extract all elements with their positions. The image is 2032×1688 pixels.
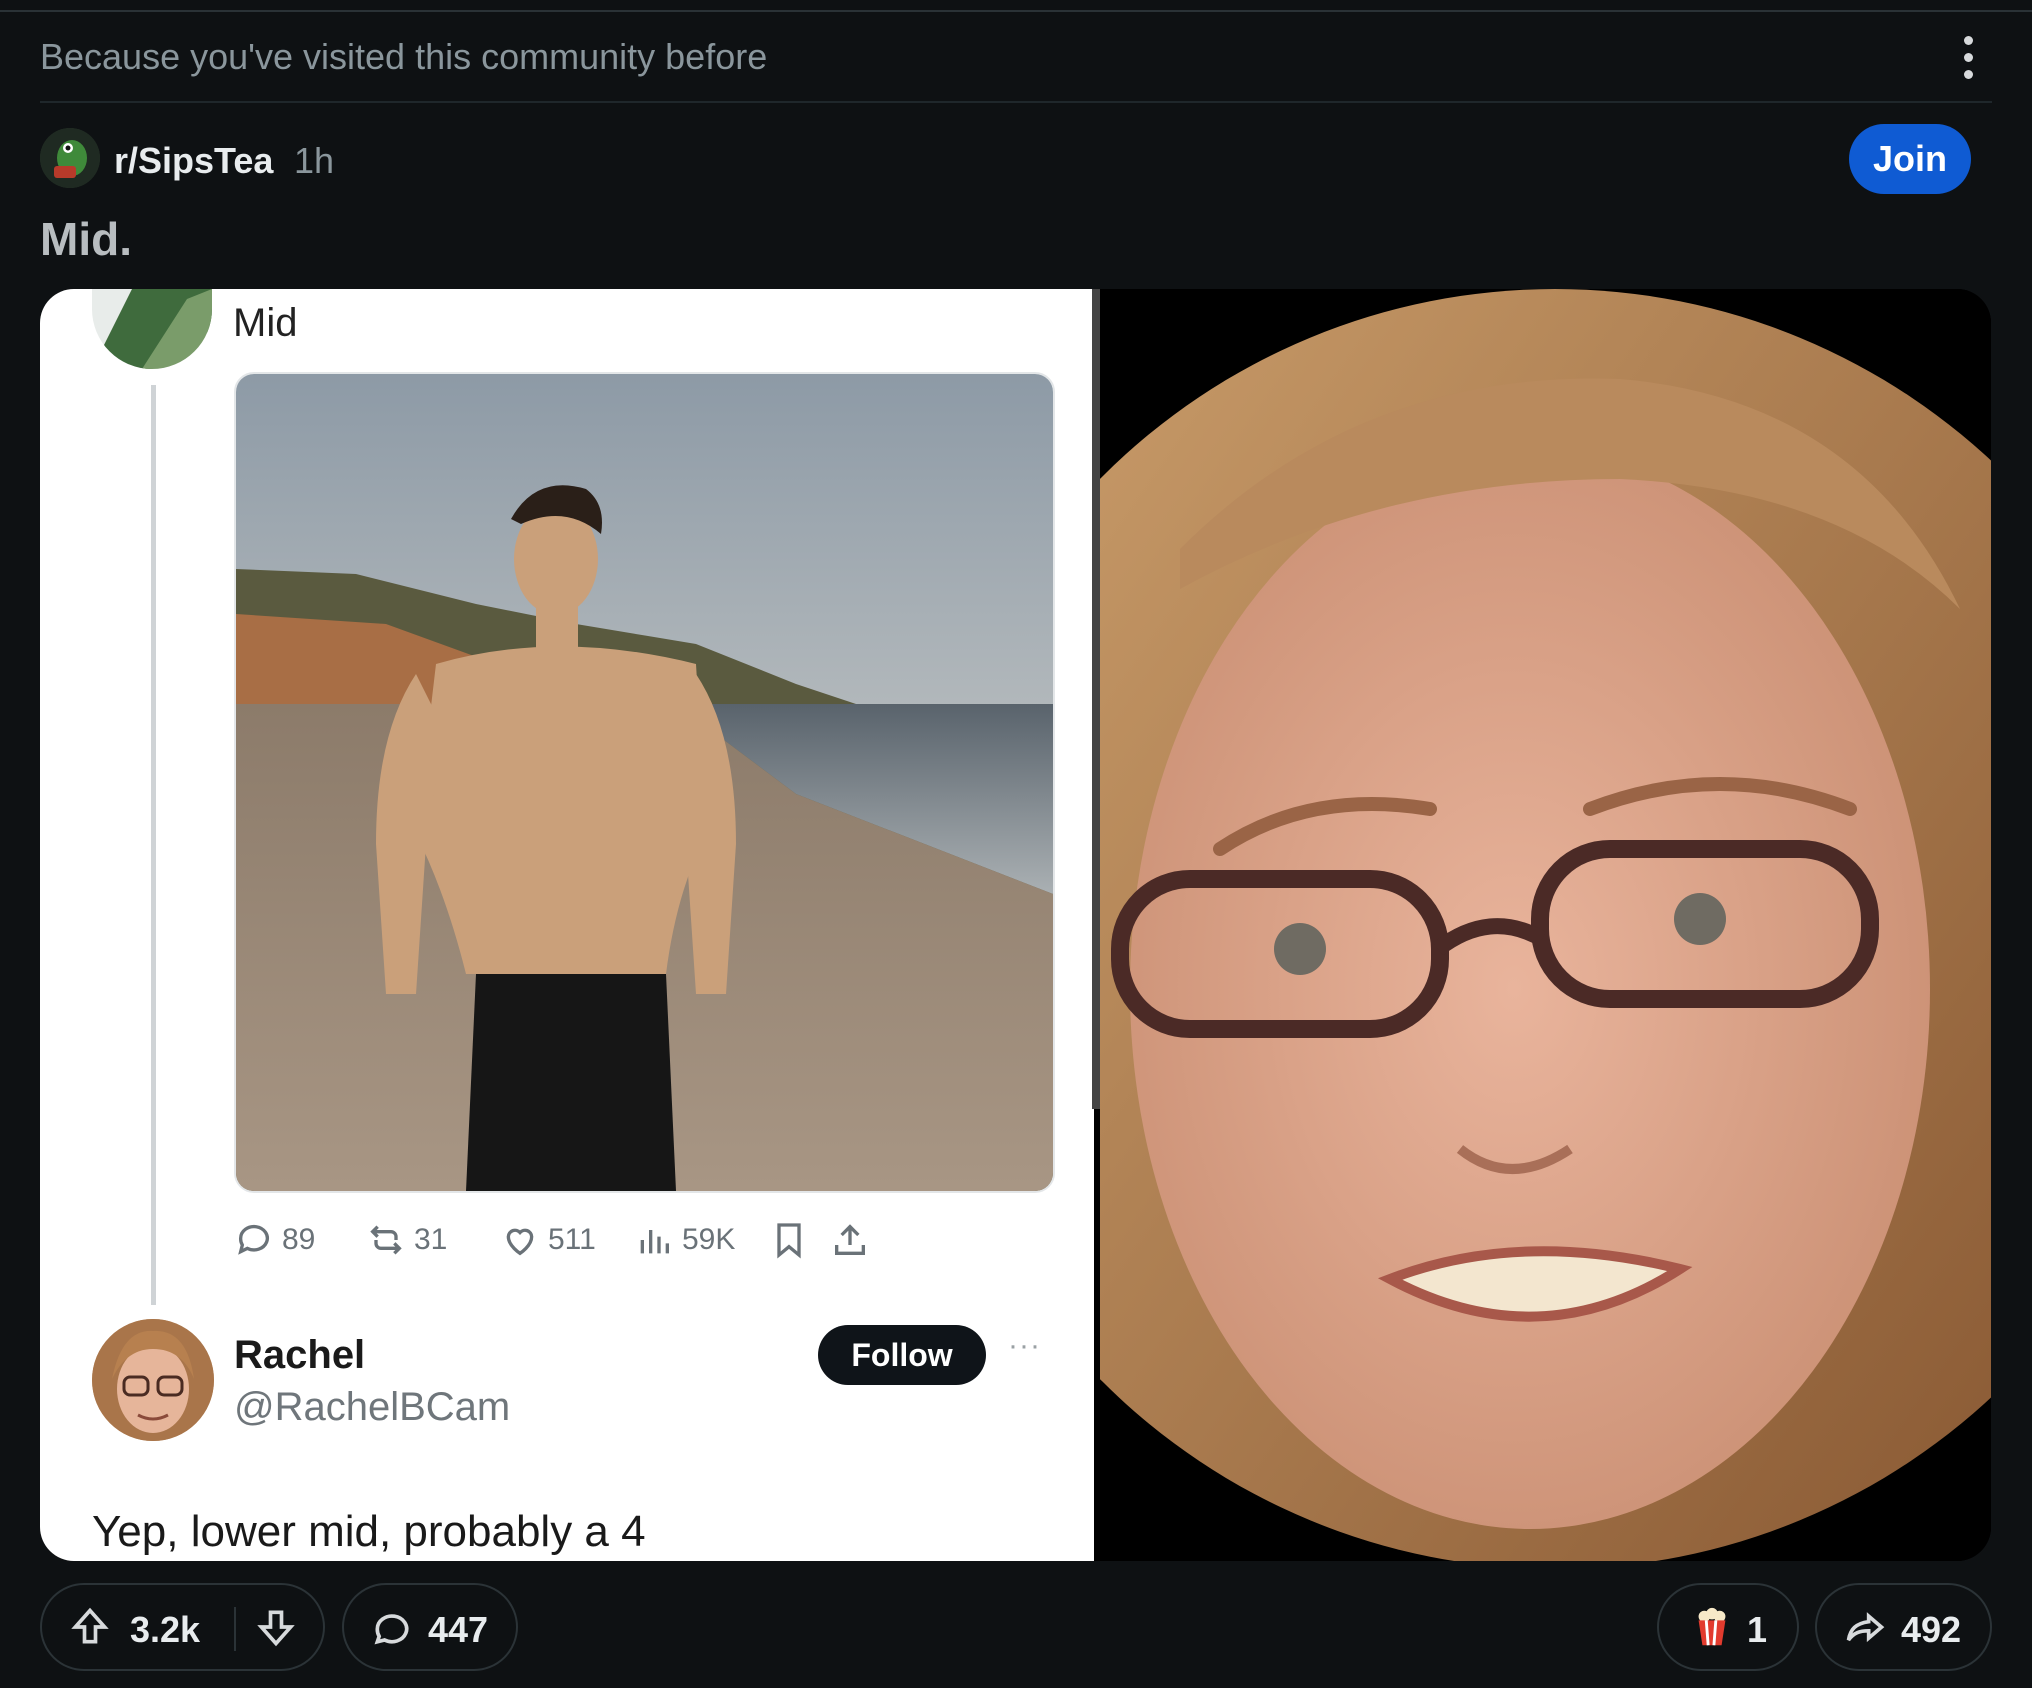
vote-bar: 3.2k [40, 1583, 325, 1671]
beach-photo [234, 372, 1055, 1193]
post-image[interactable]: Mid 89 31 511 59K Rachel @RachelBCam Fol… [40, 289, 1991, 1561]
views-count: 59K [682, 1223, 736, 1256]
share-count: 492 [1901, 1609, 1962, 1650]
downvote-arrow-icon [257, 1610, 295, 1647]
comments-button[interactable]: 447 [342, 1583, 518, 1671]
thread-line [151, 385, 156, 1305]
subreddit-avatar[interactable] [40, 128, 100, 188]
tweet-more-icon[interactable]: ··· [1008, 1329, 1041, 1363]
post-title[interactable]: Mid. [40, 212, 132, 266]
comment-icon [370, 1607, 414, 1656]
more-options-icon[interactable] [1956, 34, 1980, 82]
like-count: 511 [548, 1223, 596, 1256]
award-button[interactable]: 1 [1657, 1583, 1799, 1671]
quoted-tweet-text: Mid [233, 301, 298, 345]
repost-action[interactable]: 31 [366, 1215, 447, 1265]
bookmark-action[interactable] [769, 1215, 809, 1265]
upvote-count: 3.2k [130, 1609, 201, 1650]
subreddit-name[interactable]: r/SipsTea [114, 140, 273, 182]
post-time: 1h [294, 140, 335, 181]
reply-author-handle: @RachelBCam [234, 1385, 511, 1429]
bar-chart-icon [640, 1230, 669, 1254]
join-button[interactable]: Join [1849, 124, 1971, 194]
bookmark-icon [777, 1223, 801, 1259]
vote-divider [234, 1607, 236, 1651]
speech-bubble-icon [238, 1224, 269, 1255]
tweet-actions: 89 31 511 59K [234, 1215, 1054, 1265]
downvote-button[interactable] [254, 1605, 298, 1649]
heart-icon [506, 1228, 534, 1256]
repost-icon [370, 1225, 402, 1255]
tweet-screenshot: Mid 89 31 511 59K Rachel @RachelBCam Fol… [40, 289, 1094, 1561]
reply-author-name: Rachel [234, 1333, 366, 1377]
face-photo [1100, 289, 1991, 1561]
reply-author-avatar [92, 1319, 214, 1441]
comment-count: 447 [428, 1609, 489, 1650]
feed-reason: Because you've visited this community be… [40, 36, 768, 77]
repost-count: 31 [414, 1223, 448, 1256]
top-divider [0, 0, 2032, 12]
reply-action[interactable]: 89 [234, 1215, 315, 1265]
reply-text: Yep, lower mid, probably a 4 [92, 1507, 646, 1556]
tweet-author-avatar [92, 289, 212, 369]
image-scrollbar [1092, 289, 1100, 1109]
reply-count: 89 [282, 1223, 316, 1256]
upload-icon [835, 1224, 865, 1255]
award-count: 1 [1747, 1609, 1768, 1650]
upvote-button[interactable] [68, 1605, 112, 1649]
like-action[interactable]: 511 [500, 1215, 596, 1265]
share-action[interactable] [830, 1215, 870, 1265]
header-divider [40, 101, 1992, 103]
views-action[interactable]: 59K [634, 1215, 735, 1265]
popcorn-award-icon [1689, 1605, 1735, 1656]
follow-button[interactable]: Follow [818, 1325, 986, 1385]
share-arrow-icon [1843, 1607, 1887, 1656]
upvote-arrow-icon [71, 1607, 109, 1644]
share-button[interactable]: 492 [1815, 1583, 1992, 1671]
